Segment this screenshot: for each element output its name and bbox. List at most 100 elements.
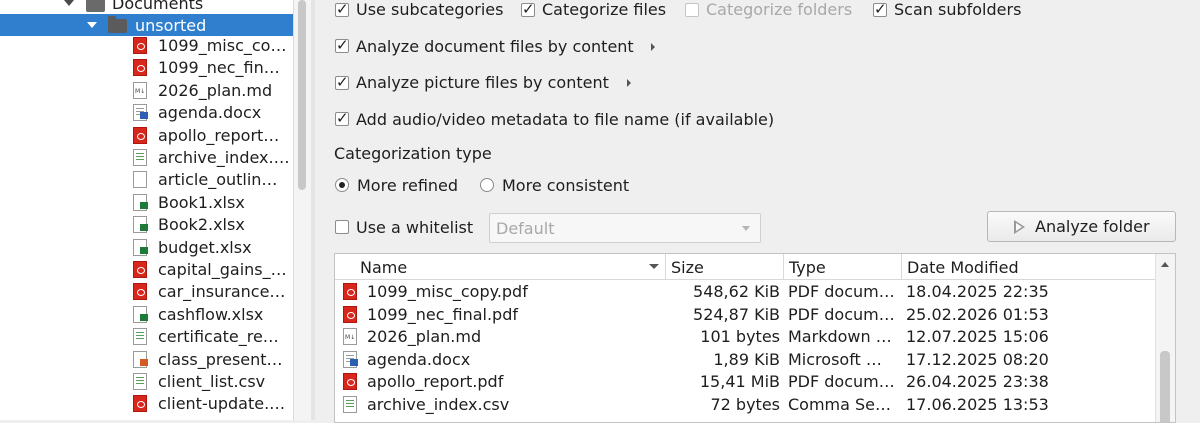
chevron-down-icon (742, 226, 750, 231)
file-table[interactable]: Name Size Type Date Modified 1099_misc_c… (334, 253, 1176, 423)
tree-file-item[interactable]: 1099_misc_co… (0, 35, 295, 57)
pdf-file-icon (343, 373, 357, 390)
scan-subfolders-label[interactable]: Scan subfolders (894, 0, 1021, 19)
analyze-documents-checkbox[interactable] (335, 36, 349, 54)
tree-file-item[interactable]: 1099_nec_fin… (0, 57, 295, 79)
pdf-file-icon (133, 261, 147, 278)
table-scrollbar-thumb[interactable] (1160, 351, 1170, 422)
tree-file-item[interactable]: certificate_re… (0, 326, 295, 348)
column-header-label: Type (789, 258, 826, 277)
txt-file-icon (133, 171, 147, 189)
analyze-pictures-checkbox[interactable] (335, 73, 349, 91)
cell-type: Markdown … (788, 327, 892, 346)
more-refined-label[interactable]: More refined (357, 176, 458, 195)
column-header-name[interactable]: Name (335, 254, 666, 279)
tree-file-item[interactable]: client-update.… (0, 393, 295, 415)
pdf-file-icon (343, 305, 357, 323)
column-header-type[interactable]: Type (784, 254, 902, 279)
cell-type: PDF docum… (788, 304, 895, 324)
cell-date: 17.12.2025 08:20 (906, 349, 1049, 369)
submenu-arrow-icon[interactable] (651, 43, 655, 51)
whitelist-label[interactable]: Use a whitelist (356, 218, 473, 237)
md-file-icon: M↓ (133, 81, 147, 99)
docx-file-icon (343, 350, 358, 368)
whitelist-dropdown[interactable]: Default (489, 213, 761, 243)
table-scrollbar[interactable] (1155, 254, 1175, 422)
analyze-documents-label[interactable]: Analyze document files by content (356, 37, 634, 56)
csv-file-icon (133, 328, 147, 346)
pdf-file-icon (343, 283, 357, 300)
cell-name: agenda.docx (367, 349, 471, 369)
pdf-file-icon (133, 37, 147, 54)
tree-item-unsorted[interactable]: unsorted (0, 14, 295, 36)
column-header-label: Name (360, 258, 408, 277)
tree-file-item[interactable]: Book2.xlsx (0, 214, 295, 236)
tree-file-item[interactable]: cashflow.xlsx (0, 304, 295, 326)
table-row[interactable]: M↓ 2026_plan.md 101 bytes Markdown … 12.07.2… (335, 325, 1155, 347)
cell-type: Microsoft … (788, 349, 882, 369)
table-row[interactable]: 1099_nec_final.pdf 524,87 KiB PDF docum… 25… (335, 303, 1155, 325)
table-row[interactable]: archive_index.csv 72 bytes Comma Se… 17.06.… (335, 393, 1155, 415)
tree-file-label: apollo_report… (158, 125, 280, 145)
column-header-size[interactable]: Size (666, 254, 784, 279)
categorize-files-label[interactable]: Categorize files (542, 0, 666, 19)
play-icon-inner (1016, 223, 1022, 231)
tree-file-label: capital_gains_… (158, 260, 287, 279)
pdf-file-icon (133, 283, 147, 301)
tree-file-item[interactable]: Book1.xlsx (0, 192, 295, 214)
analyze-folder-button[interactable]: Analyze folder (987, 211, 1176, 242)
audio-video-metadata-checkbox[interactable] (335, 109, 349, 127)
more-consistent-radio[interactable] (480, 178, 494, 192)
categorize-folders-checkbox[interactable] (685, 3, 699, 17)
scan-subfolders-checkbox[interactable] (873, 0, 887, 18)
tree-file-item[interactable]: client_list.csv (0, 371, 295, 393)
folder-icon (86, 0, 105, 12)
csv-file-icon (133, 373, 147, 390)
categorize-files-checkbox[interactable] (521, 0, 535, 18)
tree-file-item[interactable]: car_insurance… (0, 281, 295, 303)
tree-file-item[interactable]: article_outlin… (0, 169, 295, 191)
tree-item-documents[interactable]: Documents (0, 0, 295, 14)
cell-size: 72 bytes (710, 394, 780, 414)
pane-splitter[interactable] (311, 0, 315, 420)
tree-file-label: 1099_nec_fin… (158, 58, 280, 78)
whitelist-checkbox[interactable] (335, 220, 349, 234)
tree-file-label: certificate_re… (158, 327, 279, 347)
tree-file-item[interactable]: class_present… (0, 349, 295, 371)
expand-arrow-icon[interactable] (87, 22, 97, 28)
analyze-folder-label: Analyze folder (1035, 217, 1150, 236)
tree-file-item[interactable]: apollo_report… (0, 125, 295, 147)
table-row[interactable]: 1099_misc_copy.pdf 548,62 KiB PDF docum… 18… (335, 280, 1155, 302)
column-header-label: Size (671, 258, 704, 277)
table-header: Name Size Type Date Modified (335, 254, 1155, 280)
more-refined-radio[interactable] (335, 178, 349, 192)
tree-file-item[interactable]: M↓ 2026_plan.md (0, 80, 295, 102)
tree-file-item[interactable]: capital_gains_… (0, 259, 295, 281)
cell-name: 1099_nec_final.pdf (367, 304, 518, 324)
table-row[interactable]: apollo_report.pdf 15,41 MiB PDF docum… 26.0… (335, 370, 1155, 392)
audio-video-metadata-label[interactable]: Add audio/video metadata to file name (i… (356, 110, 774, 129)
table-row[interactable]: agenda.docx 1,89 KiB Microsoft … 17.12.2025… (335, 348, 1155, 370)
pdf-file-icon (133, 59, 147, 77)
folder-tree[interactable]: Documents unsorted 1099_misc_co… 1099_nec… (0, 0, 295, 420)
use-subcategories-label[interactable]: Use subcategories (356, 0, 503, 19)
tree-item-label: unsorted (135, 16, 207, 35)
tree-file-item[interactable]: archive_index.… (0, 147, 295, 169)
scroll-up-icon[interactable] (1161, 262, 1169, 267)
column-header-label: Date Modified (907, 258, 1019, 277)
more-consistent-label[interactable]: More consistent (502, 176, 629, 195)
categorize-folders-label[interactable]: Categorize folders (706, 0, 852, 19)
analyze-pictures-label[interactable]: Analyze picture files by content (356, 73, 609, 92)
categorization-type-heading: Categorization type (334, 144, 492, 163)
column-header-date-modified[interactable]: Date Modified (902, 254, 1155, 279)
use-subcategories-checkbox[interactable] (335, 0, 349, 18)
cell-date: 12.07.2025 15:06 (906, 327, 1049, 346)
submenu-arrow-icon[interactable] (627, 79, 631, 87)
tree-file-item[interactable]: budget.xlsx (0, 237, 295, 259)
tree-file-item[interactable]: agenda.docx (0, 102, 295, 124)
csv-file-icon (133, 149, 147, 166)
expand-arrow-icon[interactable] (64, 0, 74, 6)
tree-scrollbar[interactable] (293, 0, 312, 420)
xlsx-file-icon (133, 305, 148, 323)
tree-scrollbar-thumb[interactable] (298, 0, 306, 190)
